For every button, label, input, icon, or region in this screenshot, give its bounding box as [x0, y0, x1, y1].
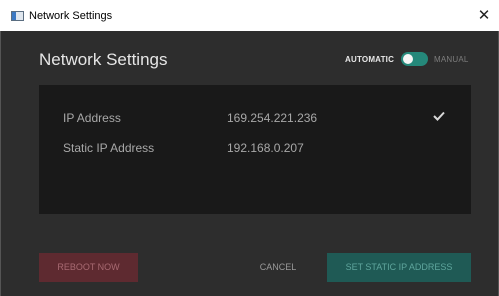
ip-address-label: IP Address	[63, 111, 121, 125]
network-settings-dialog: Network Settings AUTOMATIC MANUAL IP Add…	[0, 31, 499, 296]
ip-info-panel: IP Address 169.254.221.236 Static IP Add…	[39, 85, 471, 214]
close-icon[interactable]: ✕	[469, 0, 499, 31]
automatic-mode-label[interactable]: AUTOMATIC	[345, 55, 394, 64]
dialog-heading: Network Settings	[39, 50, 168, 69]
toggle-knob	[403, 54, 413, 64]
checkmark-icon	[433, 111, 445, 121]
static-ip-value: 192.168.0.207	[227, 141, 304, 155]
reboot-now-button[interactable]: REBOOT NOW	[39, 253, 138, 282]
manual-mode-label[interactable]: MANUAL	[434, 55, 469, 64]
static-ip-label: Static IP Address	[63, 141, 155, 155]
mode-toggle[interactable]	[401, 52, 428, 66]
cancel-button[interactable]: CANCEL	[247, 253, 309, 282]
set-static-ip-button[interactable]: SET STATIC IP ADDRESS	[327, 253, 471, 282]
window-app-icon	[11, 11, 24, 21]
window-title: Network Settings	[29, 10, 113, 22]
ip-address-value: 169.254.221.236	[227, 111, 318, 125]
title-bar: Network Settings ✕	[0, 0, 499, 31]
